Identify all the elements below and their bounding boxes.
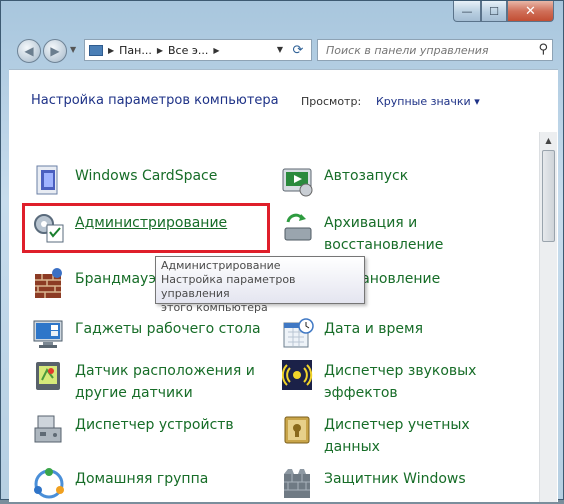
vertical-scrollbar[interactable]: ▲ — [539, 132, 557, 502]
credential-manager-icon — [282, 414, 314, 446]
homegroup-icon — [33, 468, 65, 500]
content-header: Настройка параметров компьютера Просмотр… — [9, 70, 558, 132]
item-sound-manager[interactable]: Диспетчер звуковых эффектов — [281, 360, 476, 404]
address-dropdown-icon[interactable]: ▼ — [277, 45, 283, 54]
refresh-icon: ⟳ — [292, 42, 304, 58]
item-label-line[interactable]: другие датчики — [75, 382, 255, 404]
breadcrumb-separator-icon[interactable]: ▶ — [108, 46, 114, 55]
back-button[interactable]: ◀ — [17, 39, 41, 63]
autoplay-icon — [282, 165, 314, 197]
back-arrow-icon: ◀ — [24, 44, 34, 58]
breadcrumb-separator-icon[interactable]: ▶ — [213, 46, 219, 55]
item-label-line[interactable]: Диспетчер учетных — [324, 414, 470, 436]
item-label-line[interactable]: эффектов — [324, 382, 476, 404]
breadcrumb-all-items[interactable]: Все э... — [168, 44, 208, 57]
device-manager-icon — [33, 414, 65, 446]
address-bar[interactable]: ▶ Пан... ▶ Все э... ▶ ▼ ⟳ — [84, 39, 312, 61]
item-label[interactable]: Windows CardSpace — [75, 165, 217, 187]
search-input[interactable] — [326, 43, 526, 57]
item-label[interactable]: Защитник Windows — [324, 468, 466, 490]
item-windows-defender[interactable]: Защитник Windows — [282, 468, 466, 500]
forward-arrow-icon: ▶ — [50, 44, 60, 58]
scroll-up-icon: ▲ — [545, 136, 552, 145]
item-desktop-gadgets[interactable]: Гаджеты рабочего стола — [33, 318, 261, 350]
search-icon[interactable]: ⚲ — [538, 42, 548, 57]
defender-icon — [282, 468, 314, 500]
breadcrumb-separator-icon[interactable]: ▶ — [157, 46, 163, 55]
scroll-up-button[interactable]: ▲ — [540, 132, 557, 149]
item-label-block: Архивация и восстановление — [324, 212, 443, 256]
item-label-block: Диспетчер учетных данных — [324, 414, 470, 458]
cardspace-icon — [33, 165, 65, 197]
item-label-block: Датчик расположения и другие датчики — [75, 360, 255, 404]
datetime-icon — [282, 318, 314, 350]
content-pane: Настройка параметров компьютера Просмотр… — [9, 69, 558, 502]
control-panel-icon — [89, 44, 103, 56]
navigation-bar: ◀ ▶ ▼ ▶ Пан... ▶ Все э... ▶ ▼ ⟳ ⚲ — [1, 31, 564, 69]
backup-icon — [282, 212, 314, 244]
item-label-line[interactable]: восстановление — [324, 234, 443, 256]
firewall-icon — [33, 268, 65, 300]
sound-icon — [281, 360, 314, 392]
close-button[interactable]: ✕ — [507, 1, 554, 22]
control-panel-window: — ☐ ✕ ◀ ▶ ▼ ▶ Пан... ▶ Все э... ▶ ▼ ⟳ ⚲ … — [0, 0, 564, 502]
item-label[interactable]: Диспетчер устройств — [75, 414, 234, 436]
item-cardspace[interactable]: Windows CardSpace — [33, 165, 217, 197]
item-device-manager[interactable]: Диспетчер устройств — [33, 414, 234, 446]
item-label-line[interactable]: данных — [324, 436, 470, 458]
item-label-block: Диспетчер звуковых эффектов — [324, 360, 476, 404]
item-firewall[interactable]: Брандмауэр — [33, 268, 165, 300]
item-label[interactable]: Дата и время — [324, 318, 423, 340]
item-label[interactable]: Брандмауэр — [75, 268, 165, 290]
highlight-frame — [22, 203, 270, 253]
tooltip-line: этого компьютера — [161, 301, 268, 314]
item-location-sensors[interactable]: Датчик расположения и другие датчики — [33, 360, 255, 404]
item-label[interactable]: Домашняя группа — [75, 468, 208, 490]
tooltip: Администрирование Настройка параметров у… — [155, 256, 365, 314]
item-label-line[interactable]: Архивация и — [324, 212, 443, 234]
recent-pages-dropdown[interactable]: ▼ — [70, 45, 76, 54]
item-credential-manager[interactable]: Диспетчер учетных данных — [282, 414, 470, 458]
breadcrumb-control-panel[interactable]: Пан... — [119, 44, 152, 57]
tooltip-title: Администрирование — [161, 259, 281, 272]
scroll-thumb[interactable] — [542, 150, 555, 242]
forward-button[interactable]: ▶ — [43, 39, 67, 63]
item-label-line[interactable]: Датчик расположения и — [75, 360, 255, 382]
search-box[interactable]: ⚲ — [317, 39, 553, 61]
sensor-icon — [33, 360, 65, 392]
item-homegroup[interactable]: Домашняя группа — [33, 468, 208, 500]
refresh-button[interactable]: ⟳ — [288, 41, 308, 59]
item-autoplay[interactable]: Автозапуск — [282, 165, 408, 197]
minimize-button[interactable]: — — [453, 1, 481, 22]
item-label[interactable]: Автозапуск — [324, 165, 408, 187]
page-title: Настройка параметров компьютера — [31, 93, 279, 108]
tooltip-line: Настройка параметров управления — [161, 273, 296, 300]
item-label-line[interactable]: Диспетчер звуковых — [324, 360, 476, 382]
item-backup-restore[interactable]: Архивация и восстановление — [282, 212, 443, 256]
item-label[interactable]: Гаджеты рабочего стола — [75, 318, 261, 340]
view-label: Просмотр: — [301, 95, 362, 108]
gadgets-icon — [33, 318, 65, 350]
maximize-button[interactable]: ☐ — [481, 1, 507, 22]
view-mode-dropdown[interactable]: Крупные значки ▾ — [376, 95, 480, 108]
title-bar[interactable]: — ☐ ✕ — [1, 1, 564, 31]
item-date-time[interactable]: Дата и время — [282, 318, 423, 350]
